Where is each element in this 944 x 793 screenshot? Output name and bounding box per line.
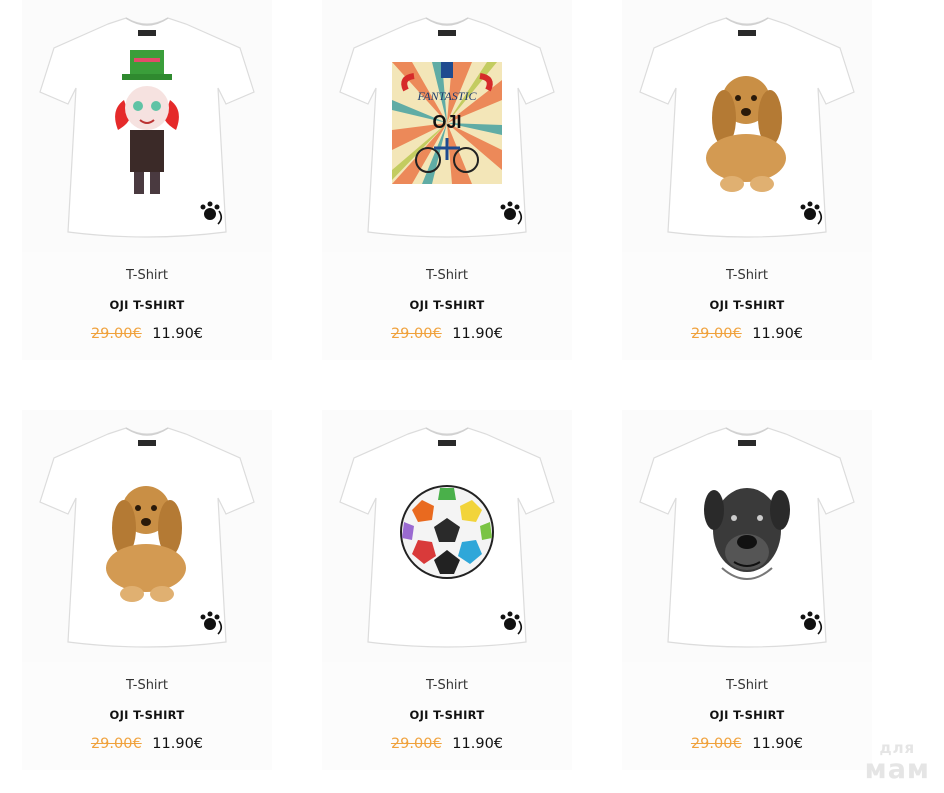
product-image[interactable]: [622, 410, 872, 662]
product-price: 29.00€ 11.90€: [22, 736, 272, 752]
product-name[interactable]: OJI T-SHIRT: [622, 708, 872, 722]
product-category[interactable]: T-Shirt: [622, 678, 872, 693]
product-name[interactable]: OJI T-SHIRT: [622, 298, 872, 312]
product-card[interactable]: T-Shirt OJI T-SHIRT 29.00€ 11.90€: [622, 0, 872, 360]
old-price: 29.00€: [390, 326, 442, 342]
sale-price: 11.90€: [752, 326, 804, 342]
sale-price: 11.90€: [452, 736, 504, 752]
product-name[interactable]: OJI T-SHIRT: [22, 298, 272, 312]
watermark: для мам: [864, 741, 930, 785]
product-category[interactable]: T-Shirt: [322, 268, 572, 283]
product-price: 29.00€ 11.90€: [322, 736, 572, 752]
product-info: T-Shirt OJI T-SHIRT 29.00€ 11.90€: [322, 252, 572, 360]
product-category[interactable]: T-Shirt: [322, 678, 572, 693]
old-price: 29.00€: [690, 326, 742, 342]
watermark-bottom: мам: [864, 754, 930, 785]
product-image[interactable]: [622, 0, 872, 252]
product-card[interactable]: FANTASTIC OJI T-Shirt OJI T-SHIRT 29.00€…: [322, 0, 572, 360]
product-category[interactable]: T-Shirt: [622, 268, 872, 283]
product-price: 29.00€ 11.90€: [322, 326, 572, 342]
product-info: T-Shirt OJI T-SHIRT 29.00€ 11.90€: [22, 662, 272, 770]
product-name[interactable]: OJI T-SHIRT: [322, 298, 572, 312]
product-name[interactable]: OJI T-SHIRT: [322, 708, 572, 722]
svg-text:FANTASTIC: FANTASTIC: [417, 89, 478, 103]
old-price: 29.00€: [390, 736, 442, 752]
product-grid: T-Shirt OJI T-SHIRT 29.00€ 11.90€ FANTAS…: [0, 0, 944, 793]
product-card[interactable]: T-Shirt OJI T-SHIRT 29.00€ 11.90€: [22, 410, 272, 770]
old-price: 29.00€: [90, 326, 142, 342]
sale-price: 11.90€: [152, 736, 204, 752]
sale-price: 11.90€: [752, 736, 804, 752]
product-image[interactable]: [22, 410, 272, 662]
product-card[interactable]: T-Shirt OJI T-SHIRT 29.00€ 11.90€: [22, 0, 272, 360]
product-image[interactable]: FANTASTIC OJI: [322, 0, 572, 252]
old-price: 29.00€: [90, 736, 142, 752]
fantastic-oji-print-icon: FANTASTIC OJI: [392, 62, 502, 184]
product-price: 29.00€ 11.90€: [622, 736, 872, 752]
product-card[interactable]: T-Shirt OJI T-SHIRT 29.00€ 11.90€: [322, 410, 572, 770]
product-info: T-Shirt OJI T-SHIRT 29.00€ 11.90€: [322, 662, 572, 770]
product-info: T-Shirt OJI T-SHIRT 29.00€ 11.90€: [622, 662, 872, 770]
product-price: 29.00€ 11.90€: [622, 326, 872, 342]
product-info: T-Shirt OJI T-SHIRT 29.00€ 11.90€: [622, 252, 872, 360]
sale-price: 11.90€: [152, 326, 204, 342]
product-name[interactable]: OJI T-SHIRT: [22, 708, 272, 722]
product-image[interactable]: [22, 0, 272, 252]
product-category[interactable]: T-Shirt: [22, 678, 272, 693]
product-info: T-Shirt OJI T-SHIRT 29.00€ 11.90€: [22, 252, 272, 360]
sale-price: 11.90€: [452, 326, 504, 342]
product-category[interactable]: T-Shirt: [22, 268, 272, 283]
product-card[interactable]: T-Shirt OJI T-SHIRT 29.00€ 11.90€: [622, 410, 872, 770]
svg-text:OJI: OJI: [432, 112, 461, 132]
soccer-ball-print-icon: [400, 485, 494, 579]
product-image[interactable]: [322, 410, 572, 662]
product-price: 29.00€ 11.90€: [22, 326, 272, 342]
old-price: 29.00€: [690, 736, 742, 752]
